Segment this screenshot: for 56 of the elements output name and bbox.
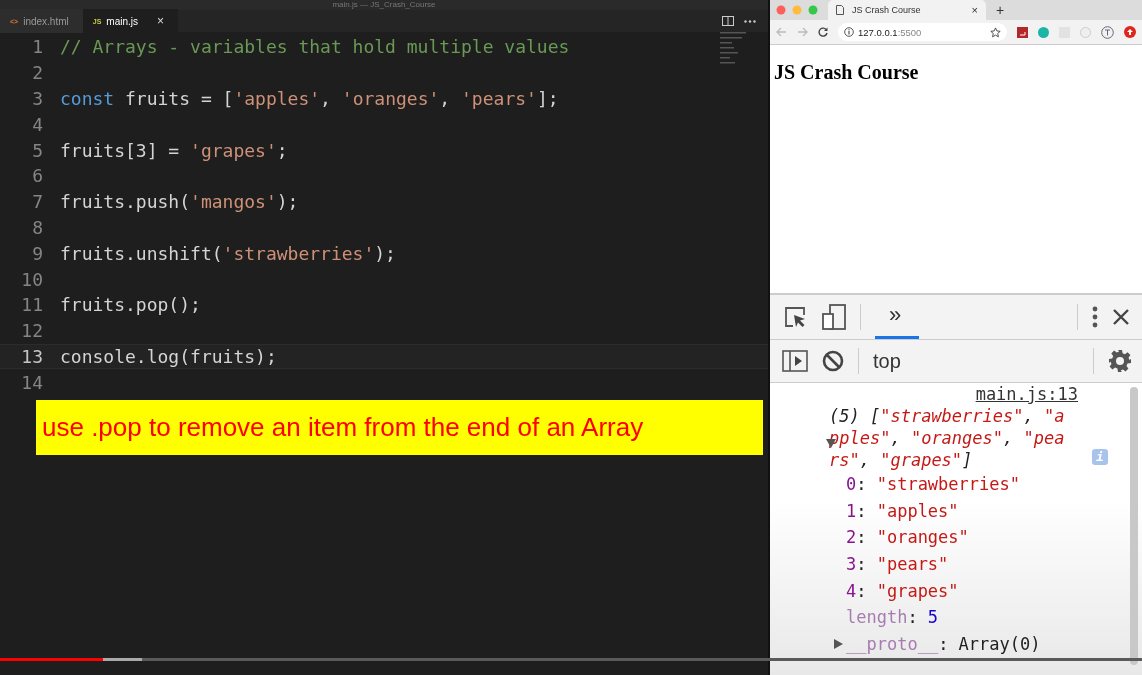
more-icon[interactable] [744, 19, 756, 23]
line-number: 9 [31, 242, 44, 264]
window-title: main.js — JS_Crash_Course [332, 0, 436, 10]
star-icon[interactable] [990, 26, 1001, 38]
scrollbar[interactable] [1130, 387, 1138, 665]
context-selector[interactable]: top [873, 349, 901, 373]
code-line: fruits[3] = 'grapes'; [60, 139, 288, 161]
collapsed-triangle-icon[interactable] [834, 639, 843, 650]
close-icon[interactable] [1112, 308, 1130, 326]
array-entry: 2: "oranges" [846, 526, 969, 550]
proto-entry[interactable]: __proto__: Array(0) [846, 631, 1051, 658]
more-tabs-button[interactable]: » [875, 295, 920, 339]
array-entry: 4: "grapes" [846, 579, 959, 603]
line-number: 10 [20, 268, 44, 290]
line-number: 13 [20, 345, 44, 367]
line-number: 2 [31, 62, 44, 84]
address-field[interactable]: 127.0.0.1:5500 [838, 23, 1007, 41]
code-line: // Arrays - variables that hold multiple values [60, 36, 570, 58]
array-entry: 0: "strawberries" [846, 473, 1020, 496]
code-line: fruits.push('mangos'); [60, 191, 299, 213]
line-number: 8 [31, 216, 44, 238]
length-entry: length: 5 [846, 606, 939, 630]
code-line: fruits.unshift('strawberries'); [60, 242, 396, 264]
line-number: 11 [20, 294, 44, 316]
split-editor-icon[interactable] [722, 16, 734, 26]
new-tab-button[interactable]: + [996, 2, 1005, 18]
code-line: console.log(fruits); [60, 345, 277, 367]
page-icon [836, 5, 844, 15]
caption: use .pop to remove an item from the end of an Array [36, 400, 763, 455]
settings-icon[interactable] [1108, 349, 1132, 373]
array-entry: 1: "apples" [846, 499, 959, 523]
page-heading: JS Crash Course [774, 61, 920, 84]
clear-console-icon[interactable] [822, 350, 844, 372]
extension-icon[interactable] [1124, 26, 1136, 38]
line-number: 7 [31, 191, 44, 213]
extension-icon[interactable] [1101, 25, 1114, 39]
sidebar-toggle-icon[interactable] [782, 350, 808, 372]
line-number: 5 [31, 139, 44, 161]
line-number: 1 [31, 36, 44, 58]
inspect-icon[interactable] [784, 306, 808, 328]
extension-icon[interactable] [1017, 26, 1028, 38]
progress-bar[interactable] [0, 658, 1142, 661]
line-number: 12 [20, 320, 44, 342]
reload-icon[interactable] [818, 27, 828, 37]
menu-icon[interactable] [1092, 306, 1098, 328]
line-number: 3 [31, 88, 44, 109]
line-number: 14 [20, 371, 44, 393]
code-line: const fruits = ['apples', 'oranges', 'pears']; [60, 88, 559, 109]
browser-tab[interactable]: JS Crash Course × [828, 0, 986, 20]
array-entry: 3: "pears" [846, 553, 949, 577]
line-number: 4 [31, 113, 44, 135]
device-icon[interactable] [822, 304, 846, 330]
source-link[interactable]: main.js:13 [975, 383, 1078, 405]
code-line: fruits.pop(); [60, 294, 201, 316]
line-number: 6 [31, 165, 44, 187]
info-icon [844, 27, 854, 37]
